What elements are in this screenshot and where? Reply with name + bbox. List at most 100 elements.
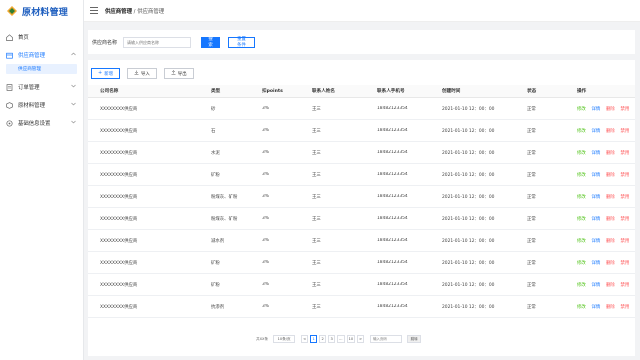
delete-button[interactable]: 删除: [606, 282, 621, 288]
delete-button[interactable]: 删除: [606, 128, 621, 134]
disable-button[interactable]: 禁用: [621, 128, 636, 134]
company-cell: XXXXXXXX供应商: [100, 128, 138, 134]
contact-name-cell: 王三: [312, 150, 321, 156]
page-ellipsis[interactable]: ...: [337, 335, 345, 343]
delete-button[interactable]: 删除: [606, 172, 621, 178]
chevron-down-icon: [71, 84, 76, 90]
table-row: XXXXXXXX供应商 石 3% 王三 18482123354 2021-01-10 12…: [88, 120, 635, 142]
status-cell: 正常: [527, 282, 536, 288]
edit-button[interactable]: 修改: [577, 304, 592, 310]
company-cell: XXXXXXXX供应商: [100, 260, 138, 266]
deduction-ratio-cell: 3%: [262, 150, 269, 155]
sidebar-item-orders[interactable]: 订单管理: [0, 78, 83, 96]
detail-button[interactable]: 详情: [592, 260, 607, 266]
table-row: XXXXXXXX供应商 矿粉 3% 王三 18482123354 2021-01-10 1…: [88, 252, 635, 274]
prev-page-button[interactable]: <: [301, 335, 309, 343]
sidebar-item-basic-settings[interactable]: 基础信息设置: [0, 114, 83, 132]
created-time-cell: 2021-01-10 12：00：00: [442, 128, 495, 134]
page-button-1[interactable]: 1: [310, 335, 318, 343]
company-cell: XXXXXXXX供应商: [100, 194, 138, 200]
actions-cell: 修改 详情 删除 禁用: [577, 128, 635, 134]
edit-button[interactable]: 修改: [577, 172, 592, 178]
detail-button[interactable]: 详情: [592, 128, 607, 134]
delete-button[interactable]: 删除: [606, 106, 621, 112]
page-button-10[interactable]: 10: [346, 335, 356, 343]
goto-page-input[interactable]: [370, 335, 403, 343]
disable-button[interactable]: 禁用: [621, 194, 636, 200]
export-button[interactable]: 导出: [163, 68, 194, 79]
jump-button[interactable]: 跳转: [407, 335, 422, 343]
contact-phone-cell: 18482123354: [377, 172, 408, 177]
edit-button[interactable]: 修改: [577, 194, 592, 200]
supplier-name-label: 供应商名称: [92, 39, 118, 46]
company-cell: XXXXXXXX供应商: [100, 216, 138, 222]
disable-button[interactable]: 禁用: [621, 172, 636, 178]
import-button[interactable]: 导入: [127, 68, 157, 79]
edit-button[interactable]: 修改: [577, 282, 592, 288]
disable-button[interactable]: 禁用: [621, 216, 636, 222]
sidebar-item-materials[interactable]: 原材料管理: [0, 96, 83, 114]
breadcrumb-parent[interactable]: 供应商管理: [105, 9, 132, 15]
disable-button[interactable]: 禁用: [621, 106, 636, 112]
sidebar-item-home[interactable]: 首页: [0, 28, 83, 46]
import-button-label: 导入: [141, 71, 150, 77]
sidebar-item-supplier[interactable]: 供应商管理: [0, 46, 83, 64]
status-cell: 正常: [527, 106, 536, 112]
sidebar-item-label: 订单管理: [18, 85, 40, 91]
table-row: XXXXXXXX供应商 粉煤灰、矿粉 3% 王三 18482123354 2021-01-…: [88, 186, 635, 208]
column-header-company: 公司名称: [100, 89, 119, 94]
column-header-created-time: 创建时间: [442, 89, 461, 94]
edit-button[interactable]: 修改: [577, 216, 592, 222]
delete-button[interactable]: 删除: [606, 150, 621, 156]
total-count: 共XX条: [256, 336, 269, 341]
detail-button[interactable]: 详情: [592, 172, 607, 178]
delete-button[interactable]: 删除: [606, 194, 621, 200]
sidebar-subitem-supplier-management[interactable]: 供应商管理: [6, 64, 77, 74]
contact-name-cell: 王三: [312, 172, 321, 178]
supplier-name-input[interactable]: [123, 36, 192, 48]
company-cell: XXXXXXXX供应商: [100, 106, 138, 112]
detail-button[interactable]: 详情: [592, 194, 607, 200]
status-cell: 正常: [527, 128, 536, 134]
detail-button[interactable]: 详情: [592, 282, 607, 288]
logo-icon: [7, 6, 17, 16]
detail-button[interactable]: 详情: [592, 304, 607, 310]
detail-button[interactable]: 详情: [592, 150, 607, 156]
column-header-deduction-ratio: 扣points: [262, 89, 283, 94]
add-button[interactable]: + 新增: [91, 68, 120, 79]
edit-button[interactable]: 修改: [577, 238, 592, 244]
supplier-icon: [6, 52, 13, 59]
next-page-button[interactable]: >: [357, 335, 365, 343]
detail-button[interactable]: 详情: [592, 106, 607, 112]
reset-button[interactable]: 重置条件: [228, 36, 256, 48]
created-time-cell: 2021-01-10 12：00：00: [442, 194, 495, 200]
created-time-cell: 2021-01-10 12：00：00: [442, 172, 495, 178]
delete-button[interactable]: 删除: [606, 216, 621, 222]
export-button-label: 导出: [177, 71, 187, 77]
delete-button[interactable]: 删除: [606, 238, 621, 244]
disable-button[interactable]: 禁用: [621, 304, 636, 310]
detail-button[interactable]: 详情: [592, 238, 607, 244]
detail-button[interactable]: 详情: [592, 216, 607, 222]
page-button-2[interactable]: 2: [319, 335, 327, 343]
search-button[interactable]: 搜索: [201, 36, 221, 48]
edit-button[interactable]: 修改: [577, 260, 592, 266]
disable-button[interactable]: 禁用: [621, 282, 636, 288]
column-header-contact-phone: 联系人手机号: [377, 89, 405, 94]
edit-button[interactable]: 修改: [577, 128, 592, 134]
breadcrumb: 供应商管理 / 供应商管理: [105, 7, 164, 15]
disable-button[interactable]: 禁用: [621, 260, 636, 266]
page-size-select[interactable]: 10条/页: [273, 335, 296, 343]
disable-button[interactable]: 禁用: [621, 150, 636, 156]
delete-button[interactable]: 删除: [606, 260, 621, 266]
delete-button[interactable]: 删除: [606, 304, 621, 310]
page-button-3[interactable]: 3: [328, 335, 336, 343]
type-cell: 矿粉: [211, 282, 220, 288]
edit-button[interactable]: 修改: [577, 150, 592, 156]
menu-toggle-icon[interactable]: [90, 7, 98, 14]
table-row: XXXXXXXX供应商 粉煤灰、矿粉 3% 王三 18482123354 2021-01-…: [88, 208, 635, 230]
actions-cell: 修改 详情 删除 禁用: [577, 150, 635, 156]
edit-button[interactable]: 修改: [577, 106, 592, 112]
disable-button[interactable]: 禁用: [621, 238, 636, 244]
contact-phone-cell: 18482123354: [377, 260, 408, 265]
